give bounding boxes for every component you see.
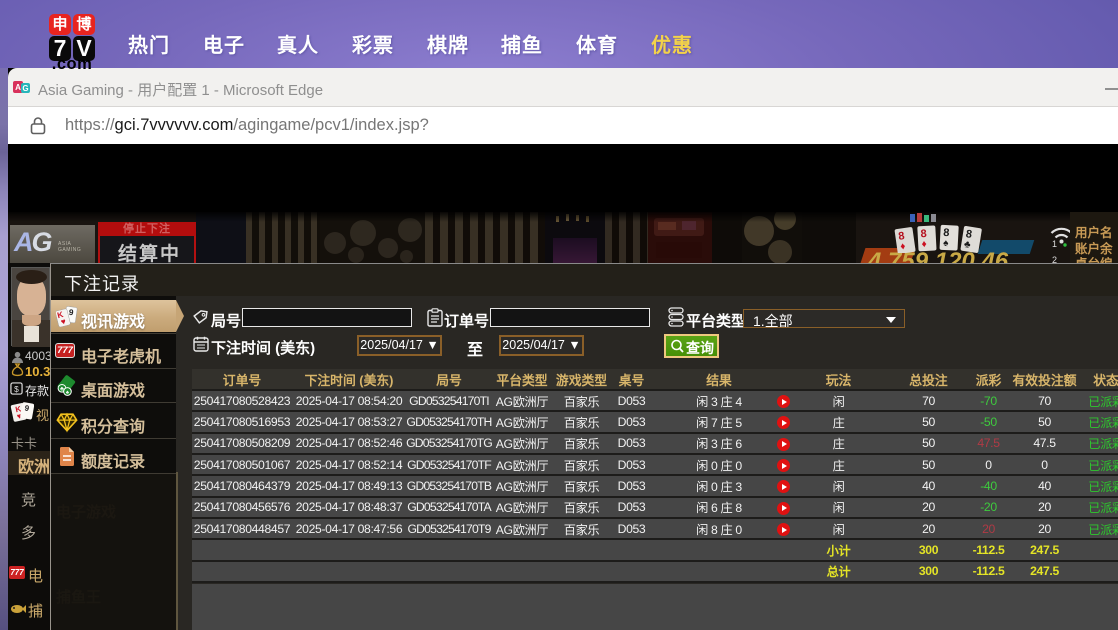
svg-text:$: $ [14,384,19,394]
svg-text:A: A [15,83,21,92]
svg-text:G: G [22,84,28,93]
svg-text:♦: ♦ [921,239,927,250]
svg-text:♣: ♣ [60,387,64,393]
svg-text:♠: ♠ [66,390,69,396]
